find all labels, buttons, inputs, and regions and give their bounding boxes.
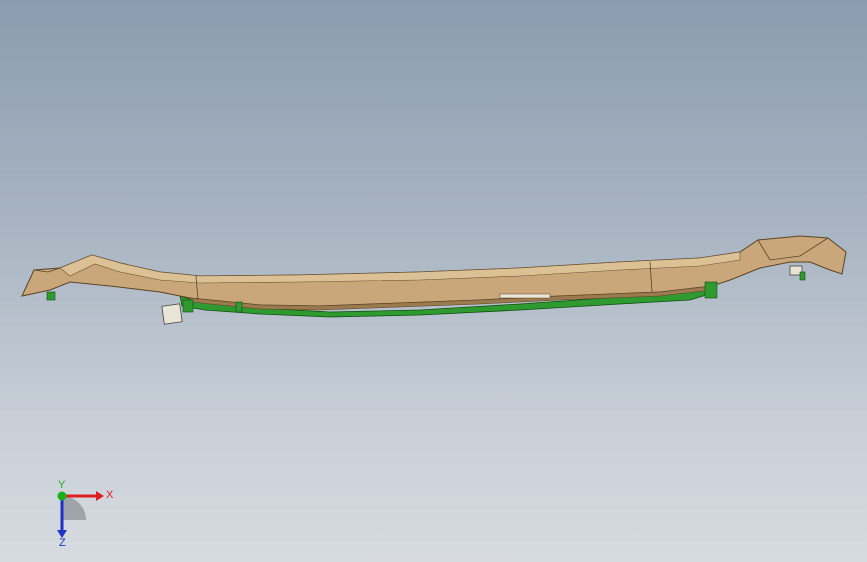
y-axis-label: Y: [58, 479, 66, 491]
cad-model-view[interactable]: [0, 0, 867, 562]
mount-boss-4[interactable]: [46, 291, 56, 301]
coordinate-triad: X Y Z: [57, 479, 114, 548]
mount-boss-3[interactable]: [704, 281, 718, 299]
mount-boss-5[interactable]: [799, 271, 806, 281]
x-arrowhead-icon: [96, 491, 104, 501]
retainer-clip-1[interactable]: [161, 303, 183, 325]
mount-boss-2[interactable]: [235, 301, 243, 313]
y-axis-dot-icon: [57, 491, 67, 501]
triad-shading-icon: [62, 496, 86, 520]
trim-slot: [499, 293, 551, 299]
mount-boss-1[interactable]: [182, 299, 194, 313]
z-axis-label: Z: [59, 537, 66, 548]
x-axis-label: X: [106, 489, 114, 501]
graphics-viewport[interactable]: X Y Z: [0, 0, 867, 562]
